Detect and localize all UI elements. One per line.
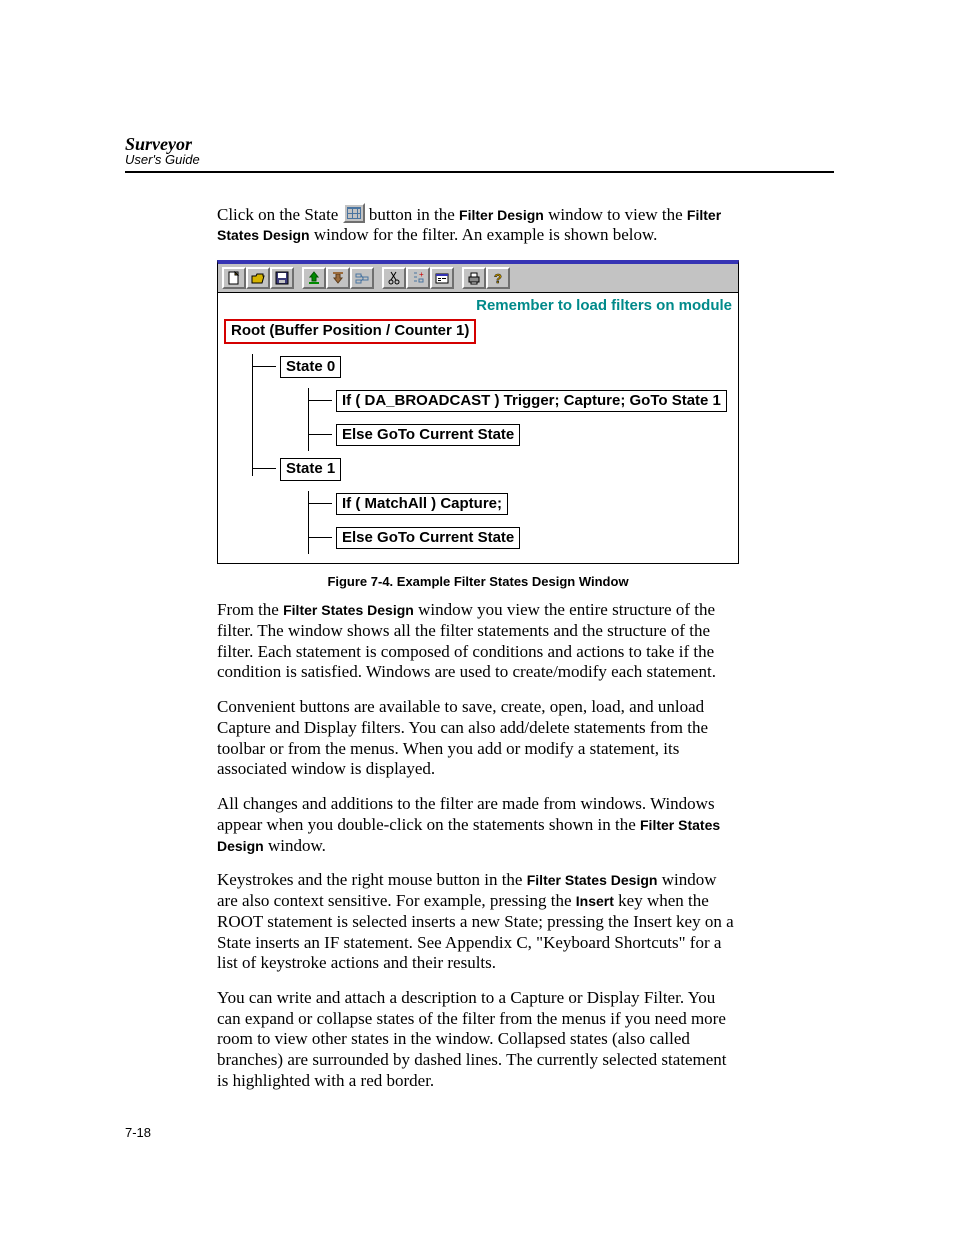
reminder-text: Remember to load filters on module bbox=[218, 293, 738, 317]
term-insert: Insert bbox=[576, 893, 614, 909]
unload-button[interactable] bbox=[326, 267, 350, 289]
properties-button[interactable] bbox=[430, 267, 454, 289]
state-tree: Root (Buffer Position / Counter 1) State… bbox=[218, 317, 738, 563]
state0-else-node[interactable]: Else GoTo Current State bbox=[336, 424, 520, 446]
text: window to view the bbox=[544, 205, 687, 224]
help-button[interactable]: ? bbox=[486, 267, 510, 289]
svg-text:?: ? bbox=[494, 271, 502, 285]
state1-node[interactable]: State 1 bbox=[280, 458, 341, 480]
tree-row: State 1 If ( MatchAll ) Capture; Else Go… bbox=[252, 458, 732, 549]
body-paragraph: Convenient buttons are available to save… bbox=[217, 697, 739, 780]
state0-node[interactable]: State 0 bbox=[280, 356, 341, 378]
text: From the bbox=[217, 600, 283, 619]
text: window for the filter. An example is sho… bbox=[310, 225, 658, 244]
toolbar-group-edit: + bbox=[382, 267, 454, 289]
text: Click on the State bbox=[217, 205, 343, 224]
toolbar-group-file bbox=[222, 267, 294, 289]
svg-text:+: + bbox=[419, 271, 424, 279]
state-button[interactable] bbox=[350, 267, 374, 289]
state1-if-node[interactable]: If ( MatchAll ) Capture; bbox=[336, 493, 508, 515]
cut-button[interactable] bbox=[382, 267, 406, 289]
tree-row: If ( MatchAll ) Capture; bbox=[308, 493, 732, 515]
toolbar-group-load bbox=[302, 267, 374, 289]
body-paragraph: Keystrokes and the right mouse button in… bbox=[217, 870, 739, 974]
state-icon bbox=[343, 203, 365, 223]
toolbar: + ? bbox=[218, 264, 738, 293]
state1-else-node[interactable]: Else GoTo Current State bbox=[336, 527, 520, 549]
load-button[interactable] bbox=[302, 267, 326, 289]
root-node[interactable]: Root (Buffer Position / Counter 1) bbox=[224, 319, 476, 343]
save-button[interactable] bbox=[270, 267, 294, 289]
term-filter-states-design: Filter States Design bbox=[283, 602, 414, 618]
tree-row: Else GoTo Current State bbox=[308, 527, 732, 549]
add-state-button[interactable]: + bbox=[406, 267, 430, 289]
term-filter-states-design: Filter States Design bbox=[527, 872, 658, 888]
running-header: Surveyor User's Guide bbox=[125, 135, 834, 173]
print-button[interactable] bbox=[462, 267, 486, 289]
doc-subtitle: User's Guide bbox=[125, 153, 834, 167]
body-paragraph: All changes and additions to the filter … bbox=[217, 794, 739, 856]
term-filter-design: Filter Design bbox=[459, 207, 544, 223]
toolbar-group-misc: ? bbox=[462, 267, 510, 289]
page-number: 7-18 bbox=[125, 1125, 151, 1140]
tree-row: If ( DA_BROADCAST ) Trigger; Capture; Go… bbox=[308, 390, 732, 412]
text: button in the bbox=[365, 205, 459, 224]
open-button[interactable] bbox=[246, 267, 270, 289]
body-paragraph: From the Filter States Design window you… bbox=[217, 600, 739, 683]
figure-caption: Figure 7-4. Example Filter States Design… bbox=[217, 574, 739, 590]
body-paragraph: You can write and attach a description t… bbox=[217, 988, 739, 1092]
filter-states-window: + ? Remember to load filters on module R… bbox=[217, 260, 739, 564]
new-button[interactable] bbox=[222, 267, 246, 289]
state0-if-node[interactable]: If ( DA_BROADCAST ) Trigger; Capture; Go… bbox=[336, 390, 727, 412]
text: Keystrokes and the right mouse button in… bbox=[217, 870, 527, 889]
text: window. bbox=[264, 836, 326, 855]
header-rule bbox=[125, 171, 834, 173]
page: Surveyor User's Guide Click on the State… bbox=[0, 0, 954, 1235]
intro-paragraph: Click on the State button in the Filter … bbox=[217, 203, 739, 246]
content-column: Click on the State button in the Filter … bbox=[217, 203, 739, 1092]
tree-row: Else GoTo Current State bbox=[308, 424, 732, 446]
doc-title: Surveyor bbox=[125, 135, 834, 154]
tree-row: State 0 If ( DA_BROADCAST ) Trigger; Cap… bbox=[252, 356, 732, 447]
